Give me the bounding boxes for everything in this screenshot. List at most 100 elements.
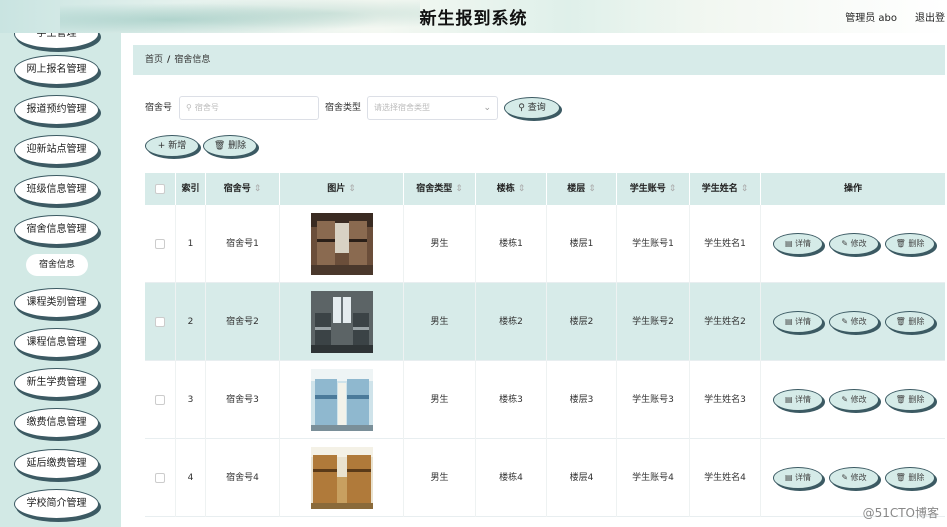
cell-type: 男生 — [404, 205, 476, 283]
sort-icon: ⇕ — [517, 184, 526, 194]
table-row: 4 宿舍号4 男生 楼栋4 楼层4 学生账号4 学生姓名4 ▤ 详情 ✎ 修改 … — [145, 439, 945, 517]
cell-student-name: 学生姓名2 — [690, 283, 761, 361]
col-student-name[interactable]: 学生姓名 ⇕ — [690, 173, 761, 205]
document-icon: ▤ — [784, 395, 793, 404]
detail-button[interactable]: ▤ 详情 — [773, 233, 823, 255]
delete-button[interactable]: 🗑 删除 — [885, 467, 935, 489]
row-select-cell — [145, 361, 176, 439]
app-title: 新生报到系统 — [419, 9, 528, 29]
sidebar-item-course-category[interactable]: 课程类别管理 — [14, 288, 99, 318]
detail-label: 详情 — [795, 317, 812, 326]
cell-floor: 楼层2 — [547, 283, 617, 361]
type-select[interactable]: 请选择宿舍类型 ⌄ — [367, 96, 498, 120]
delete-label: 删除 — [908, 239, 925, 248]
edit-label: 修改 — [850, 317, 867, 326]
top-header: 新生报到系统 管理员 abo 退出登 — [0, 0, 947, 33]
sidebar-item-online-registration[interactable]: 网上报名管理 — [14, 55, 99, 85]
table-row: 1 宿舍号1 男生 楼栋1 楼层1 学生账号1 学生姓名1 ▤ 详情 ✎ 修改 … — [145, 205, 945, 283]
detail-button[interactable]: ▤ 详情 — [773, 389, 823, 411]
sidebar-item-report-appointment[interactable]: 报道预约管理 — [14, 95, 99, 125]
sidebar-item-course-info[interactable]: 课程信息管理 — [14, 328, 99, 358]
trash-icon: 🗑 — [895, 473, 906, 482]
edit-button[interactable]: ✎ 修改 — [829, 233, 879, 255]
dorm-photo[interactable] — [311, 447, 373, 509]
cell-photo — [280, 439, 404, 517]
delete-button[interactable]: 🗑 删除 — [885, 311, 935, 333]
logout-link[interactable]: 退出登 — [915, 9, 945, 24]
sidebar-subitem-dorm-info[interactable]: 宿舍信息 — [26, 254, 88, 276]
row-checkbox[interactable] — [155, 473, 165, 483]
query-button[interactable]: ⚲ 查询 — [504, 97, 560, 119]
sidebar-item-payment-info[interactable]: 缴费信息管理 — [14, 408, 99, 438]
col-building[interactable]: 楼栋 ⇕ — [476, 173, 547, 205]
cell-type: 男生 — [404, 361, 476, 439]
cell-floor: 楼层1 — [547, 205, 617, 283]
cell-actions: ▤ 详情 ✎ 修改 🗑 删除 — [761, 205, 945, 283]
dorm-photo[interactable] — [311, 291, 373, 353]
col-floor[interactable]: 楼层 ⇕ — [547, 173, 617, 205]
cell-index: 4 — [176, 439, 206, 517]
col-photo[interactable]: 图片 ⇕ — [280, 173, 404, 205]
cell-building: 楼栋3 — [476, 361, 547, 439]
dorm-table: 索引 宿舍号 ⇕ 图片 ⇕ 宿舍类型 ⇕ 楼栋 ⇕ 楼层 ⇕ 学生账号 ⇕ 学生姓名 ⇕ 操作… — [145, 173, 945, 527]
cell-actions: ▤ 详情 ✎ 修改 🗑 删除 — [761, 361, 945, 439]
sort-icon: ⇕ — [740, 184, 749, 194]
edit-label: 修改 — [850, 395, 867, 404]
sidebar-item-class-info[interactable]: 班级信息管理 — [14, 175, 99, 205]
cell-photo — [280, 361, 404, 439]
cell-account: 学生账号2 — [617, 283, 690, 361]
delete-label: 删除 — [908, 395, 925, 404]
col-student-name-label: 学生姓名 — [701, 184, 738, 194]
dorm-photo[interactable] — [311, 369, 373, 431]
pencil-icon: ✎ — [841, 473, 849, 482]
cell-building: 楼栋2 — [476, 283, 547, 361]
sort-icon: ⇕ — [668, 184, 677, 194]
edit-button[interactable]: ✎ 修改 — [829, 467, 879, 489]
edit-label: 修改 — [850, 239, 867, 248]
sidebar-item-deferred-payment[interactable]: 延后缴费管理 — [14, 449, 99, 479]
room-search-input[interactable]: ⚲ 宿舍号 — [179, 96, 319, 120]
trash-icon: 🗑 — [895, 239, 906, 248]
delete-button[interactable]: 🗑 删除 — [885, 389, 935, 411]
col-room-label: 宿舍号 — [223, 184, 251, 194]
sidebar-item-welcome-station[interactable]: 迎新站点管理 — [14, 135, 99, 165]
plus-icon: + — [157, 141, 166, 151]
add-button[interactable]: + 新增 — [145, 135, 199, 157]
query-button-label: 查询 — [527, 103, 546, 113]
sidebar-item-tuition[interactable]: 新生学费管理 — [14, 368, 99, 398]
search-icon: ⚲ — [186, 103, 192, 112]
type-label: 宿舍类型 — [325, 103, 362, 113]
row-checkbox[interactable] — [155, 395, 165, 405]
trash-icon: 🗑 — [895, 317, 906, 326]
cell-floor: 楼层3 — [547, 361, 617, 439]
select-all-checkbox[interactable] — [155, 184, 165, 194]
sidebar-item-student[interactable]: 学生管理 — [14, 33, 99, 49]
row-checkbox[interactable] — [155, 317, 165, 327]
delete-button[interactable]: 🗑 删除 — [885, 233, 935, 255]
sort-icon: ⇕ — [588, 184, 596, 194]
col-room[interactable]: 宿舍号 ⇕ — [206, 173, 280, 205]
col-account[interactable]: 学生账号 ⇕ — [617, 173, 690, 205]
edit-button[interactable]: ✎ 修改 — [829, 389, 879, 411]
dorm-photo[interactable] — [311, 213, 373, 275]
sidebar: 学生管理 网上报名管理 报道预约管理 迎新站点管理 班级信息管理 宿舍信息管理 … — [0, 33, 121, 527]
batch-delete-button[interactable]: 🗑 删除 — [203, 135, 257, 157]
detail-button[interactable]: ▤ 详情 — [773, 311, 823, 333]
detail-button[interactable]: ▤ 详情 — [773, 467, 823, 489]
row-select-cell — [145, 283, 176, 361]
cell-index: 2 — [176, 283, 206, 361]
col-type[interactable]: 宿舍类型 ⇕ — [404, 173, 476, 205]
sidebar-item-dorm-info-management[interactable]: 宿舍信息管理 — [14, 215, 99, 245]
cell-building: 楼栋4 — [476, 439, 547, 517]
edit-button[interactable]: ✎ 修改 — [829, 311, 879, 333]
row-checkbox[interactable] — [155, 239, 165, 249]
cell-actions: ▤ 详情 ✎ 修改 🗑 删除 — [761, 283, 945, 361]
room-search-placeholder: 宿舍号 — [194, 103, 219, 112]
breadcrumb-home[interactable]: 首页 — [145, 55, 163, 65]
sidebar-item-school-intro[interactable]: 学校简介管理 — [14, 489, 99, 519]
cell-account: 学生账号1 — [617, 205, 690, 283]
cell-account: 学生账号4 — [617, 439, 690, 517]
trash-icon: 🗑 — [895, 395, 906, 404]
cell-room: 宿舍号4 — [206, 439, 280, 517]
room-label: 宿舍号 — [145, 103, 173, 113]
